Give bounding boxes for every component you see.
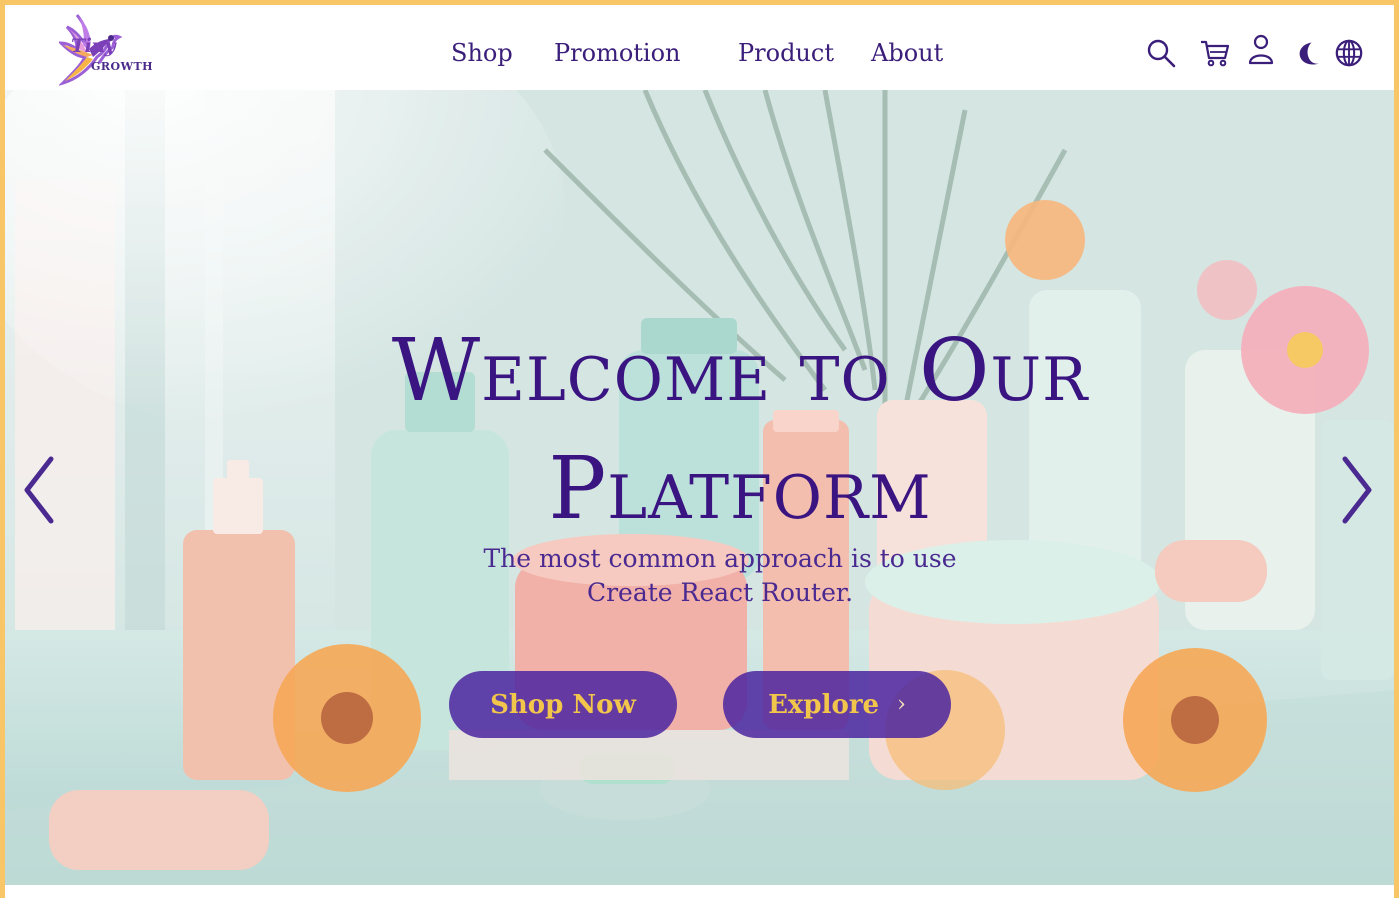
nav-link-shop[interactable]: Shop [451, 39, 513, 67]
nav-link-promotion[interactable]: Promotion [554, 39, 681, 67]
nav-link-about[interactable]: About [871, 39, 943, 67]
globe-icon[interactable] [1334, 38, 1364, 68]
hero-banner: Welcome to Our Platform The most common … [5, 90, 1394, 885]
nav-links: Shop Promotion Product About [5, 5, 1394, 90]
chevron-left-icon [24, 456, 54, 524]
hero-title-line1: Welcome to Our [391, 321, 1089, 421]
chevron-right-icon: › [897, 692, 906, 717]
hero-subtitle-line1: The most common approach is to use [483, 544, 957, 573]
user-icon[interactable] [1245, 33, 1277, 65]
page-frame: Tiny GROWTH Shop Promotion Product About [0, 0, 1399, 898]
top-navbar: Tiny GROWTH Shop Promotion Product About [5, 5, 1394, 90]
moon-icon[interactable] [1294, 39, 1322, 67]
shop-now-button[interactable]: Shop Now [449, 671, 677, 738]
cart-icon[interactable] [1199, 37, 1231, 69]
nav-link-product[interactable]: Product [738, 39, 834, 67]
carousel-next-arrow[interactable] [1339, 455, 1375, 525]
hero-subtitle: The most common approach is to use Creat… [425, 542, 1015, 610]
bottom-strip [5, 885, 1394, 898]
hero-title: Welcome to Our Platform [285, 312, 1195, 548]
shop-now-label: Shop Now [490, 689, 636, 720]
explore-button[interactable]: Explore › [723, 671, 951, 738]
carousel-prev-arrow[interactable] [21, 455, 57, 525]
hero-subtitle-line2: Create React Router. [586, 578, 854, 607]
chevron-right-icon [1342, 456, 1372, 524]
search-icon[interactable] [1145, 37, 1177, 69]
explore-label: Explore [768, 689, 880, 720]
hero-title-line2: Platform [548, 439, 932, 539]
